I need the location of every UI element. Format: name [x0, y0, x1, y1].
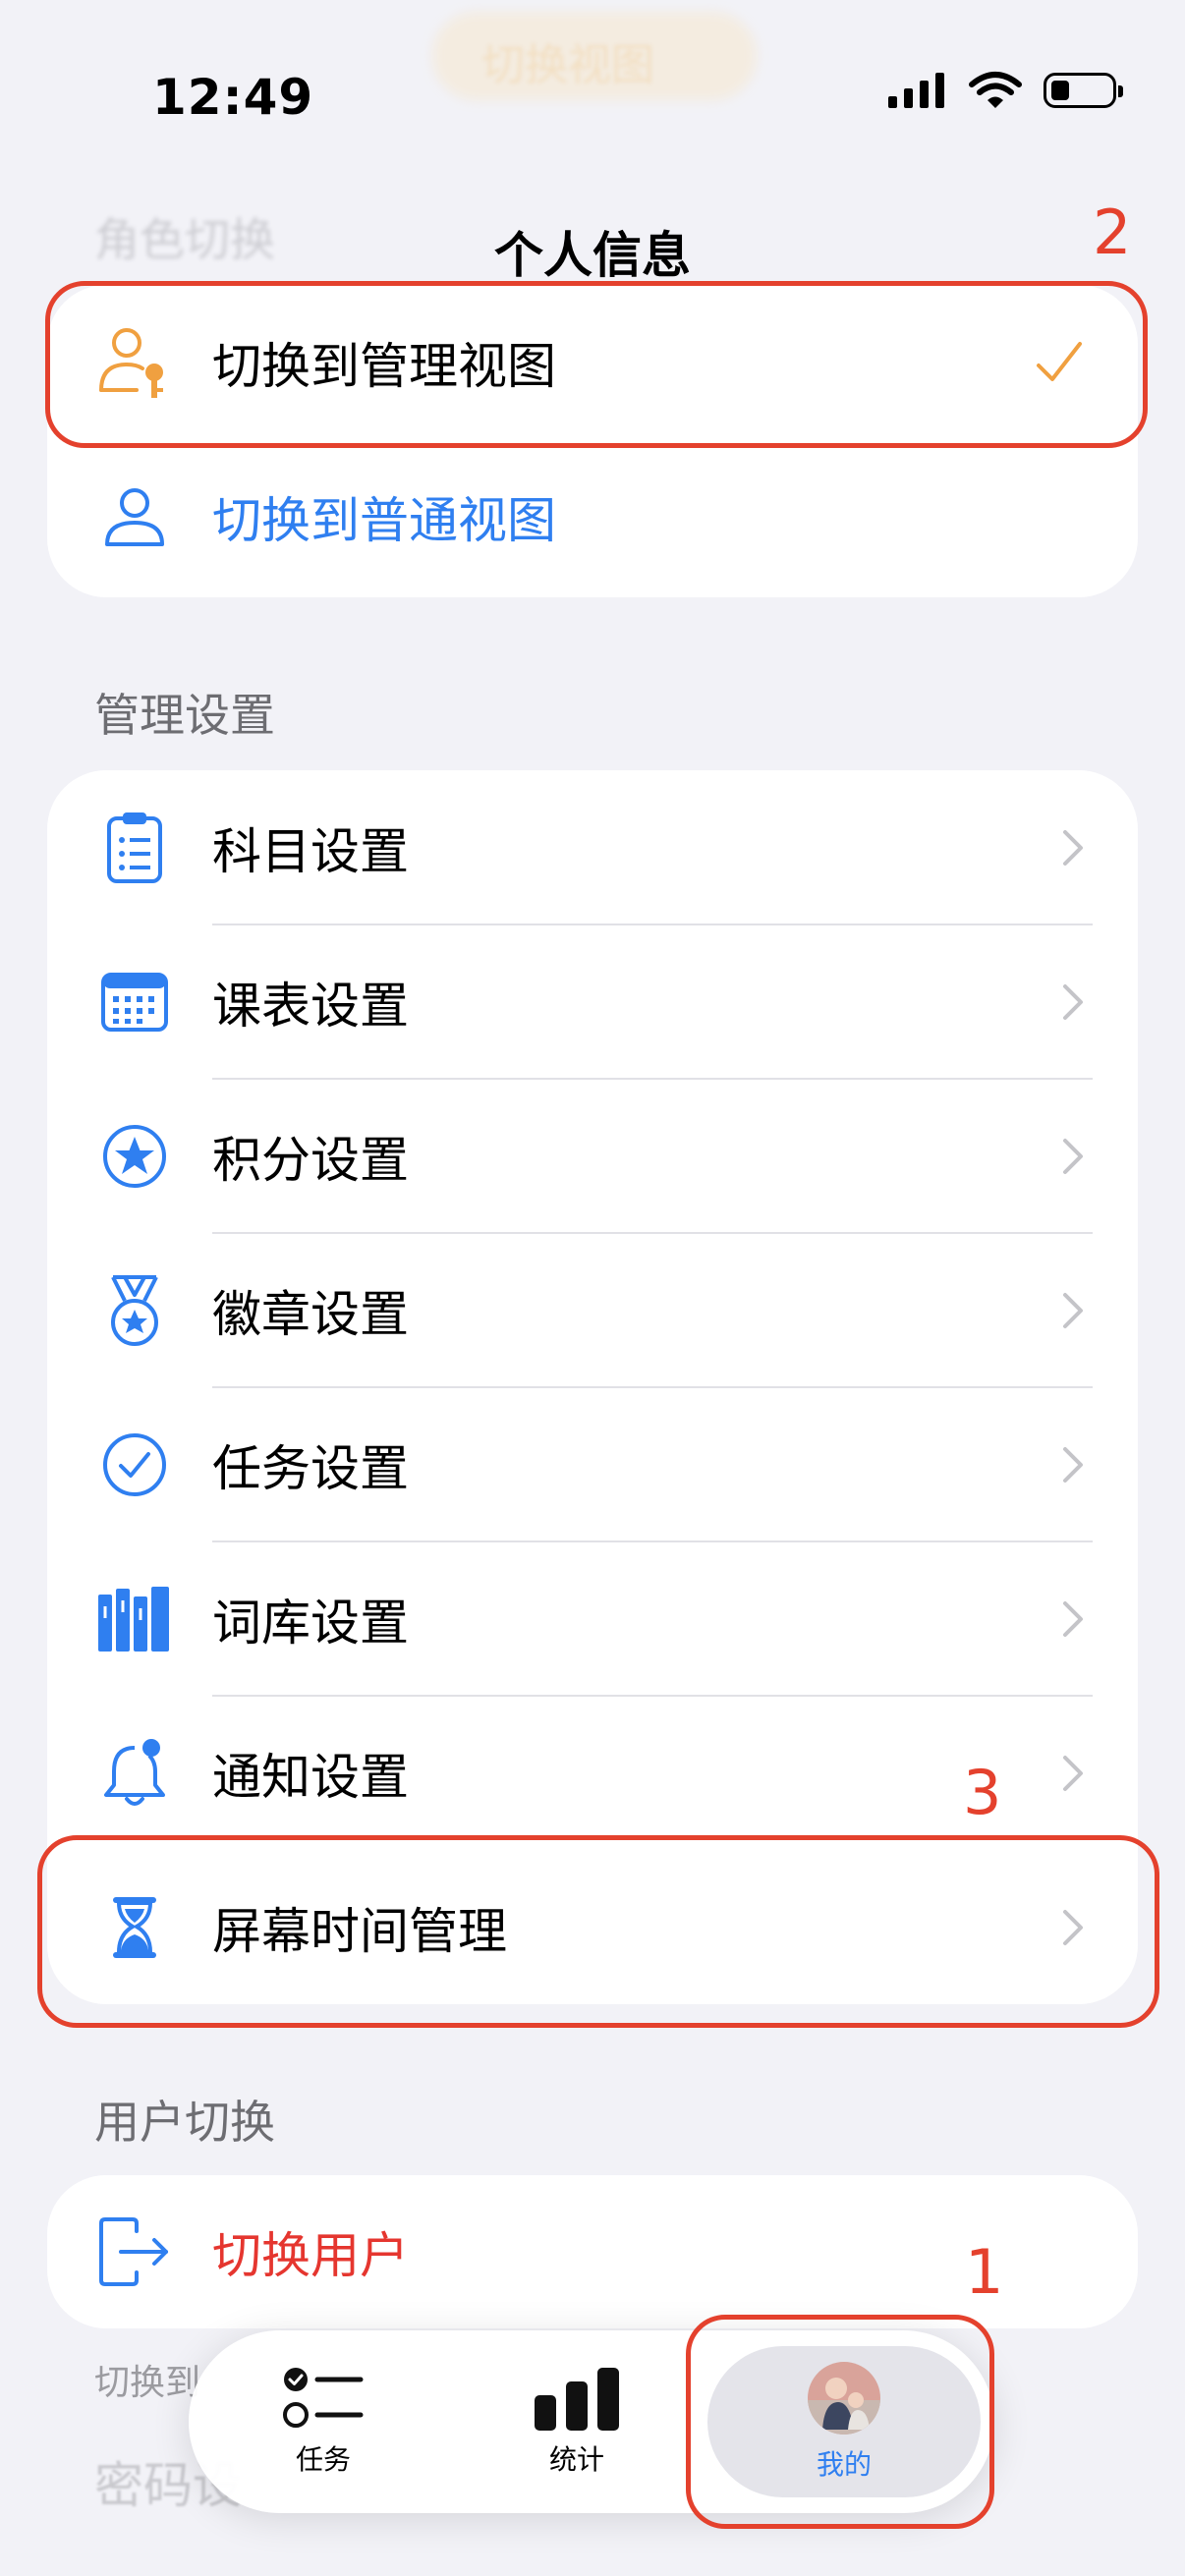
scrolled-under-pill-label: 切换视图 [481, 40, 654, 90]
switch-normal-view-label: 切换到普通视图 [212, 491, 556, 549]
points-settings-row[interactable]: 积分设置 [47, 1079, 1138, 1233]
books-icon [90, 1575, 179, 1663]
user-switch-footnote: 切换到 [94, 2363, 201, 2403]
chevron-right-icon [1053, 1445, 1093, 1484]
battery-icon [1044, 73, 1123, 108]
badge-settings-row[interactable]: 徽章设置 [47, 1233, 1138, 1387]
timetable-settings-row[interactable]: 课表设置 [47, 924, 1138, 1079]
calendar-icon [90, 958, 179, 1046]
task-settings-label: 任务设置 [212, 1439, 409, 1497]
vocabulary-settings-row[interactable]: 词库设置 [47, 1541, 1138, 1696]
tab-tasks[interactable]: 任务 [200, 2330, 446, 2513]
bell-icon [90, 1729, 179, 1818]
annotation-number-1: 1 [965, 2236, 1004, 2308]
user-switch-section-header: 用户切换 [94, 2096, 275, 2149]
exit-arrow-icon [90, 2208, 179, 2296]
annotation-box-2 [45, 281, 1148, 448]
chevron-right-icon [1053, 1291, 1093, 1330]
wifi-icon [969, 72, 1022, 108]
tab-stats-label: 统计 [548, 2443, 604, 2476]
signal-icon [888, 73, 944, 108]
vocabulary-settings-label: 词库设置 [212, 1594, 409, 1652]
annotation-number-3: 3 [963, 1757, 1002, 1828]
chevron-right-icon [1053, 1137, 1093, 1176]
timetable-settings-label: 课表设置 [212, 977, 409, 1035]
annotation-number-2: 2 [1093, 196, 1132, 268]
clipboard-list-icon [90, 804, 179, 892]
points-settings-label: 积分设置 [212, 1131, 409, 1189]
person-icon [90, 473, 179, 561]
page-title: 个人信息 [494, 227, 691, 284]
subject-settings-label: 科目设置 [212, 822, 409, 880]
switch-user-label: 切换用户 [212, 2227, 409, 2284]
notification-settings-label: 通知设置 [212, 1748, 409, 1806]
star-circle-icon [90, 1112, 179, 1201]
bar-chart-icon [535, 2368, 619, 2431]
management-section-header: 管理设置 [94, 689, 275, 742]
task-settings-row[interactable]: 任务设置 [47, 1387, 1138, 1541]
tab-stats[interactable]: 统计 [454, 2330, 700, 2513]
annotation-box-1 [686, 2315, 994, 2529]
subject-settings-row[interactable]: 科目设置 [47, 770, 1138, 924]
annotation-box-3 [37, 1835, 1159, 2028]
chevron-right-icon [1053, 1754, 1093, 1793]
badge-settings-label: 徽章设置 [212, 1285, 409, 1343]
chevron-right-icon [1053, 1599, 1093, 1639]
checkmark-circle-icon [90, 1421, 179, 1509]
task-list-icon [283, 2368, 364, 2428]
tab-tasks-label: 任务 [295, 2443, 351, 2476]
switch-normal-view-row[interactable]: 切换到普通视图 [47, 439, 1138, 593]
status-time: 12:49 [152, 69, 314, 126]
chevron-right-icon [1053, 982, 1093, 1022]
chevron-right-icon [1053, 828, 1093, 868]
status-icons [888, 71, 1123, 110]
medal-icon [90, 1266, 179, 1355]
